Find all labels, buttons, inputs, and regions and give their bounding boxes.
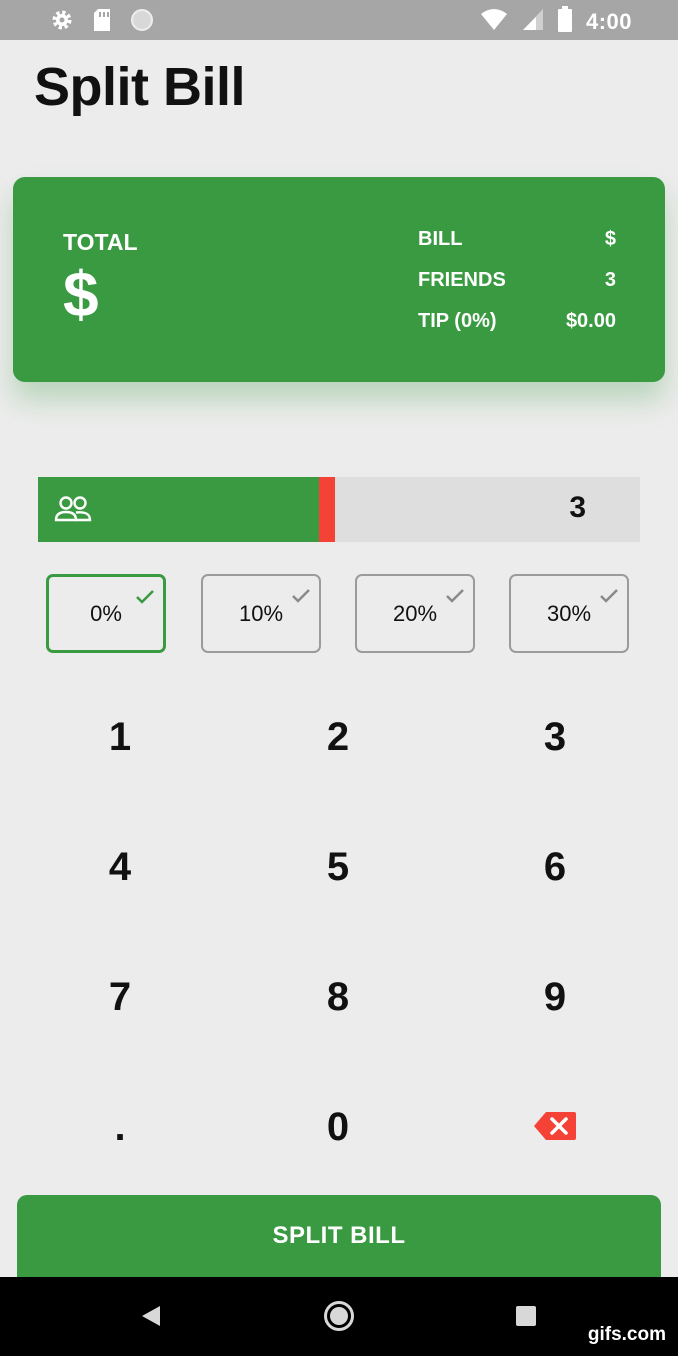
recents-icon[interactable] <box>516 1306 536 1331</box>
tip-option-20[interactable]: 20% <box>355 574 475 653</box>
page-title: Split Bill <box>34 57 246 117</box>
summary-row-tip: TIP (0%) $0.00 <box>418 307 616 348</box>
key-1[interactable]: 1 <box>60 697 180 777</box>
key-5[interactable]: 5 <box>278 827 398 907</box>
split-bill-button[interactable]: SPLIT BILL <box>17 1195 661 1277</box>
friends-label: FRIENDS <box>418 269 506 291</box>
tip-label: TIP (0%) <box>418 310 497 332</box>
key-9[interactable]: 9 <box>495 957 615 1037</box>
check-icon <box>291 584 311 610</box>
check-icon <box>599 584 619 610</box>
tip-option-label: 10% <box>238 600 284 626</box>
sd-card-icon <box>92 8 112 37</box>
tip-option-10[interactable]: 10% <box>201 574 321 653</box>
people-icon <box>54 495 92 528</box>
status-bar: 4:00 <box>0 0 678 40</box>
key-2[interactable]: 2 <box>278 697 398 777</box>
settings-icon <box>50 8 74 37</box>
tip-value: $0.00 <box>565 310 616 332</box>
key-6[interactable]: 6 <box>495 827 615 907</box>
wifi-icon <box>480 7 508 36</box>
key-0[interactable]: 0 <box>278 1087 398 1167</box>
signal-icon <box>522 7 544 36</box>
circle-notification-icon <box>130 8 154 37</box>
check-icon <box>445 584 465 610</box>
battery-icon <box>557 6 572 37</box>
friends-slider[interactable]: 3 <box>38 477 640 542</box>
key-3[interactable]: 3 <box>495 697 615 777</box>
bill-value: $ <box>604 228 616 250</box>
watermark: gifs.com <box>587 1324 666 1345</box>
total-label: TOTAL <box>63 229 138 255</box>
key-backspace[interactable] <box>495 1087 615 1167</box>
backspace-icon <box>534 1105 576 1150</box>
check-icon <box>135 585 155 611</box>
navigation-bar: gifs.com <box>0 1277 678 1356</box>
friends-value: 3 <box>604 269 616 291</box>
tip-option-0[interactable]: 0% <box>46 574 166 653</box>
back-icon[interactable] <box>140 1305 162 1332</box>
summary-rows: BILL $ FRIENDS 3 TIP (0%) $0.00 <box>418 225 616 348</box>
tip-options: 0% 10% 20% 30% <box>46 574 632 656</box>
key-4[interactable]: 4 <box>60 827 180 907</box>
friends-slider-handle[interactable] <box>319 477 335 542</box>
summary-row-bill: BILL $ <box>418 225 616 266</box>
key-7[interactable]: 7 <box>60 957 180 1037</box>
home-icon[interactable] <box>323 1300 355 1337</box>
tip-option-label: 30% <box>546 600 592 626</box>
summary-card: TOTAL $ BILL $ FRIENDS 3 TIP (0%) $0.00 <box>13 177 665 382</box>
tip-option-label: 20% <box>392 600 438 626</box>
status-time: 4:00 <box>585 8 632 34</box>
tip-option-30[interactable]: 30% <box>509 574 629 653</box>
total-value: $ <box>63 258 99 330</box>
friends-slider-value: 3 <box>569 491 586 524</box>
key-8[interactable]: 8 <box>278 957 398 1037</box>
key-decimal[interactable]: . <box>60 1087 180 1167</box>
tip-option-label: 0% <box>90 600 122 626</box>
bill-label: BILL <box>418 228 463 250</box>
summary-row-friends: FRIENDS 3 <box>418 266 616 307</box>
